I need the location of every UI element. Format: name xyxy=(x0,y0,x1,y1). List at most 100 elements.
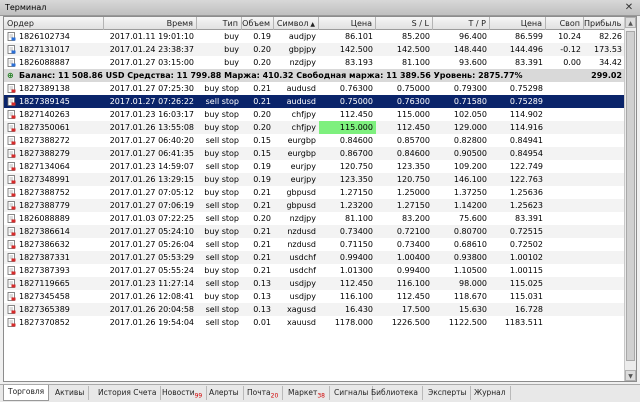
table-row[interactable]: 1827140263 2017.01.23 16:03:17 buy stop 0.2… xyxy=(4,108,636,121)
table-row[interactable]: 1827388279 2017.01.27 06:41:35 buy stop 0.1… xyxy=(4,147,636,160)
cell-sl: 0.72100 xyxy=(396,227,430,236)
table-row[interactable]: 1827365389 2017.01.26 20:04:58 sell stop 0.… xyxy=(4,303,636,316)
cell-symbol: eurgbp xyxy=(287,136,316,145)
cell-type: buy stop xyxy=(204,292,239,301)
cell-price: 1178.000 xyxy=(334,318,373,327)
cell-price: 123.350 xyxy=(339,175,373,184)
tab-0[interactable]: Торговля xyxy=(3,385,50,401)
cell-symbol: xauusd xyxy=(286,318,316,327)
cell-volume: 0.20 xyxy=(253,58,271,67)
tab-2[interactable]: История Счета xyxy=(94,386,162,400)
column-header[interactable]: Время xyxy=(104,17,197,30)
column-header[interactable]: Своп xyxy=(546,17,584,30)
cell-type: buy stop xyxy=(204,123,239,132)
cell-type: sell stop xyxy=(205,162,239,171)
cell-tp: 0.79300 xyxy=(453,84,487,93)
cell-symbol: audusd xyxy=(286,84,316,93)
table-row[interactable]: 1826088889 2017.01.03 07:22:25 sell stop 0.… xyxy=(4,212,636,225)
table-row[interactable]: 1827388752 2017.01.27 07:05:12 buy stop 0.2… xyxy=(4,186,636,199)
column-header[interactable]: Прибыль xyxy=(584,17,625,30)
cell-price: 115.000 xyxy=(319,121,376,134)
table-row[interactable]: 1827134064 2017.01.23 14:59:07 sell stop 0.… xyxy=(4,160,636,173)
cell-symbol: nzdjpy xyxy=(289,58,316,67)
cell-type: sell stop xyxy=(205,305,239,314)
cell-symbol: nzdusd xyxy=(287,240,316,249)
cell-order: 1827388272 xyxy=(19,136,70,145)
tab-label: Активы xyxy=(55,388,85,397)
table-row[interactable]: 1826102734 2017.01.11 19:01:10 buy 0.19 audj… xyxy=(4,30,636,43)
cell-time: 2017.01.11 19:01:10 xyxy=(109,32,194,41)
cell-tp: 98.000 xyxy=(459,279,487,288)
table-row[interactable]: 1827119665 2017.01.23 11:27:14 sell stop 0.… xyxy=(4,277,636,290)
vertical-scrollbar[interactable]: ▲ ▼ xyxy=(624,17,636,381)
table-row[interactable]: 1827386632 2017.01.27 05:26:04 sell stop 0.… xyxy=(4,238,636,251)
pending-order-icon xyxy=(7,149,16,158)
tab-3[interactable]: Новости99 xyxy=(158,386,208,400)
scroll-up-icon[interactable]: ▲ xyxy=(625,17,636,28)
cell-sl: 81.100 xyxy=(402,58,430,67)
table-row[interactable]: 1827388272 2017.01.27 06:40:20 sell stop 0.… xyxy=(4,134,636,147)
orders-table: Ордер Время Тип Объем Символ ▲ Цена S / LT / P… xyxy=(3,16,637,382)
cell-type: sell stop xyxy=(205,97,239,106)
cell-price: 81.100 xyxy=(345,214,373,223)
tab-9[interactable]: Эксперты xyxy=(424,386,472,400)
tab-5[interactable]: Почта20 xyxy=(243,386,284,400)
tab-badge: 38 xyxy=(317,392,325,400)
column-header[interactable]: S / L xyxy=(376,17,433,30)
cell-cur: 1.25623 xyxy=(509,201,543,210)
table-row[interactable]: 1827131017 2017.01.24 23:38:37 buy 0.20 gbpj… xyxy=(4,43,636,56)
tab-6[interactable]: Маркет38 xyxy=(284,386,330,400)
tab-4[interactable]: Алерты xyxy=(205,386,244,400)
cell-profit: 34.42 xyxy=(599,58,622,67)
scrollbar-thumb[interactable] xyxy=(626,31,635,361)
cell-time: 2017.01.27 07:25:30 xyxy=(109,84,194,93)
cell-order: 1827140263 xyxy=(19,110,70,119)
cell-symbol: audjpy xyxy=(288,32,316,41)
tab-label: Маркет xyxy=(288,388,318,397)
pending-order-icon xyxy=(7,84,16,93)
column-header[interactable]: Тип xyxy=(197,17,242,30)
column-header[interactable]: Символ ▲ xyxy=(274,17,319,30)
cell-tp: 0.68610 xyxy=(453,240,487,249)
cell-tp: 0.71580 xyxy=(453,97,487,106)
cell-cur: 122.763 xyxy=(509,175,543,184)
column-header[interactable]: Цена xyxy=(319,17,376,30)
cell-sl: 0.76300 xyxy=(396,97,430,106)
column-header[interactable]: Ордер xyxy=(4,17,104,30)
cell-tp: 1.14200 xyxy=(453,201,487,210)
table-row[interactable]: 1827345458 2017.01.26 12:08:41 buy stop 0.1… xyxy=(4,290,636,303)
close-icon[interactable]: ✕ xyxy=(622,1,636,14)
cell-type: buy stop xyxy=(204,227,239,236)
column-header[interactable]: Объем xyxy=(242,17,274,30)
table-row[interactable]: 1827386614 2017.01.27 05:24:10 buy stop 0.2… xyxy=(4,225,636,238)
cell-symbol: usdjpy xyxy=(289,279,316,288)
cell-order: 1826088889 xyxy=(19,214,70,223)
column-header[interactable]: T / P xyxy=(433,17,490,30)
cell-price: 0.71150 xyxy=(339,240,373,249)
cell-order: 1827350061 xyxy=(19,123,70,132)
cell-price: 120.750 xyxy=(339,162,373,171)
tab-1[interactable]: Активы xyxy=(51,386,90,400)
table-row[interactable]: 1827389138 2017.01.27 07:25:30 buy stop 0.2… xyxy=(4,82,636,95)
table-row[interactable]: 1827388779 2017.01.27 07:06:19 sell stop 0.… xyxy=(4,199,636,212)
cell-volume: 0.21 xyxy=(253,201,271,210)
tab-label: Почта xyxy=(247,388,271,397)
table-row[interactable]: 1826088887 2017.01.27 03:15:00 buy 0.20 nzdj… xyxy=(4,56,636,69)
table-row[interactable]: 1827348991 2017.01.26 13:29:15 buy stop 0.1… xyxy=(4,173,636,186)
table-row[interactable]: 1827350061 2017.01.26 13:55:08 buy stop 0.2… xyxy=(4,121,636,134)
table-row[interactable]: 1827389145 2017.01.27 07:26:22 sell stop 0.… xyxy=(4,95,636,108)
tab-10[interactable]: Журнал xyxy=(470,386,511,400)
cell-symbol: nzdusd xyxy=(287,227,316,236)
table-row[interactable]: 1827387331 2017.01.27 05:53:29 sell stop 0.… xyxy=(4,251,636,264)
tab-8[interactable]: Библиотека xyxy=(367,386,424,400)
tab-label: Новости xyxy=(162,388,195,397)
cell-tp: 118.670 xyxy=(453,292,487,301)
table-row[interactable]: 1827370852 2017.01.26 19:54:04 sell stop 0.… xyxy=(4,316,636,329)
table-row[interactable]: 1827387393 2017.01.27 05:55:24 buy stop 0.2… xyxy=(4,264,636,277)
column-header[interactable]: Цена xyxy=(490,17,546,30)
scroll-down-icon[interactable]: ▼ xyxy=(625,370,636,381)
cell-symbol: usdjpy xyxy=(289,292,316,301)
cell-symbol: nzdjpy xyxy=(289,214,316,223)
cell-sl: 0.99400 xyxy=(396,266,430,275)
cell-symbol: eurgbp xyxy=(287,149,316,158)
